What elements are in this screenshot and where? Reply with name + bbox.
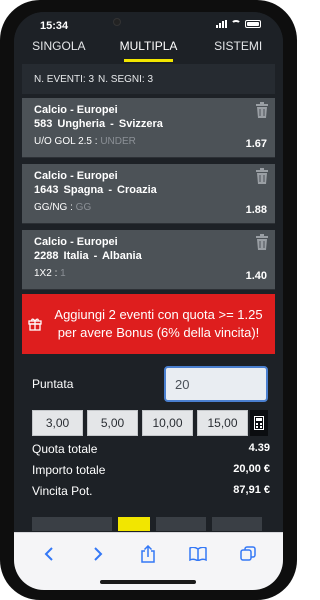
hidden-control bbox=[32, 517, 112, 531]
stake-label: Puntata bbox=[32, 377, 74, 391]
bet-card: Calcio - Europei 583 Ungheria - Svizzera… bbox=[22, 98, 275, 158]
wifi-icon bbox=[231, 20, 241, 28]
bet-odd: 1.67 bbox=[245, 138, 267, 150]
status-bar: 15:34 bbox=[14, 12, 283, 36]
gift-icon bbox=[22, 317, 48, 331]
status-time: 15:34 bbox=[40, 20, 69, 32]
bet-selection: UNDER bbox=[100, 136, 136, 147]
bet-competition: Calcio - Europei bbox=[34, 104, 118, 116]
tab-sistemi[interactable]: SISTEMI bbox=[193, 36, 283, 62]
stake-presets: 3,00 5,00 10,00 15,00 bbox=[32, 410, 248, 436]
preset-button-15[interactable]: 15,00 bbox=[197, 410, 248, 436]
tab-multipla[interactable]: MULTIPLA bbox=[104, 36, 194, 62]
bonus-banner: Aggiungi 2 eventi con quota >= 1.25 per … bbox=[22, 294, 275, 354]
calculator-icon[interactable] bbox=[250, 410, 268, 436]
bet-selection: GG bbox=[75, 202, 92, 213]
bet-card: Calcio - Europei 1643 Spagna - Croazia G… bbox=[22, 164, 275, 224]
bet-match: 2288 Italia - Albania bbox=[34, 250, 142, 262]
trash-icon[interactable] bbox=[255, 102, 269, 118]
hidden-control-accent[interactable] bbox=[118, 517, 150, 531]
events-count: N. EVENTI: 3 bbox=[34, 73, 95, 85]
tabs-icon[interactable] bbox=[236, 543, 260, 565]
share-icon[interactable] bbox=[136, 543, 160, 565]
bet-market: U/O GOL 2.5 : UNDER bbox=[34, 136, 136, 147]
bet-match: 583 Ungheria - Svizzera bbox=[34, 118, 163, 130]
battery-icon bbox=[245, 20, 261, 28]
bookmarks-icon[interactable] bbox=[186, 543, 210, 565]
bet-match: 1643 Spagna - Croazia bbox=[34, 184, 157, 196]
importo-label: Importo totale bbox=[32, 463, 106, 477]
signal-icon bbox=[216, 20, 227, 28]
summary-importo: Importo totale 20,00 € bbox=[32, 463, 270, 477]
home-indicator bbox=[100, 580, 196, 584]
safari-toolbar bbox=[14, 532, 283, 590]
bet-type-tabs: SINGOLA MULTIPLA SISTEMI bbox=[14, 36, 283, 62]
preset-button-10[interactable]: 10,00 bbox=[142, 410, 193, 436]
phone-frame: 15:34 SINGOLA MULTIPLA SISTEMI N. EVENTI… bbox=[0, 0, 297, 600]
quota-label: Quota totale bbox=[32, 442, 98, 456]
summary-quota: Quota totale 4.39 bbox=[32, 442, 270, 456]
trash-icon[interactable] bbox=[255, 234, 269, 250]
signs-count: N. SEGNI: 3 bbox=[98, 73, 154, 85]
bet-market: GG/NG : GG bbox=[34, 202, 92, 213]
bet-competition: Calcio - Europei bbox=[34, 236, 118, 248]
bet-market: 1X2 : 1 bbox=[34, 268, 66, 279]
back-icon[interactable] bbox=[37, 543, 61, 565]
vincita-label: Vincita Pot. bbox=[32, 484, 93, 498]
hidden-control bbox=[156, 517, 206, 531]
bet-competition: Calcio - Europei bbox=[34, 170, 118, 182]
bet-selection: 1 bbox=[60, 268, 66, 279]
front-camera bbox=[113, 18, 121, 26]
tab-singola[interactable]: SINGOLA bbox=[14, 36, 104, 62]
bet-card: Calcio - Europei 2288 Italia - Albania 1… bbox=[22, 230, 275, 290]
hidden-control bbox=[212, 517, 262, 531]
vincita-value: 87,91 € bbox=[233, 484, 270, 496]
stake-input[interactable] bbox=[164, 366, 268, 402]
bet-odd: 1.88 bbox=[245, 204, 267, 216]
summary-vincita: Vincita Pot. 87,91 € bbox=[32, 484, 270, 498]
partially-hidden-controls bbox=[32, 517, 270, 531]
bonus-text: Aggiungi 2 eventi con quota >= 1.25 per … bbox=[54, 307, 263, 340]
bet-odd: 1.40 bbox=[245, 270, 267, 282]
forward-icon[interactable] bbox=[87, 543, 111, 565]
importo-value: 20,00 € bbox=[233, 463, 270, 475]
screen: 15:34 SINGOLA MULTIPLA SISTEMI N. EVENTI… bbox=[14, 12, 283, 590]
events-summary-bar: N. EVENTI: 3 N. SEGNI: 3 bbox=[22, 64, 275, 94]
preset-button-5[interactable]: 5,00 bbox=[87, 410, 138, 436]
preset-button-3[interactable]: 3,00 bbox=[32, 410, 83, 436]
quota-value: 4.39 bbox=[248, 442, 270, 454]
trash-icon[interactable] bbox=[255, 168, 269, 184]
status-icons bbox=[216, 20, 261, 28]
